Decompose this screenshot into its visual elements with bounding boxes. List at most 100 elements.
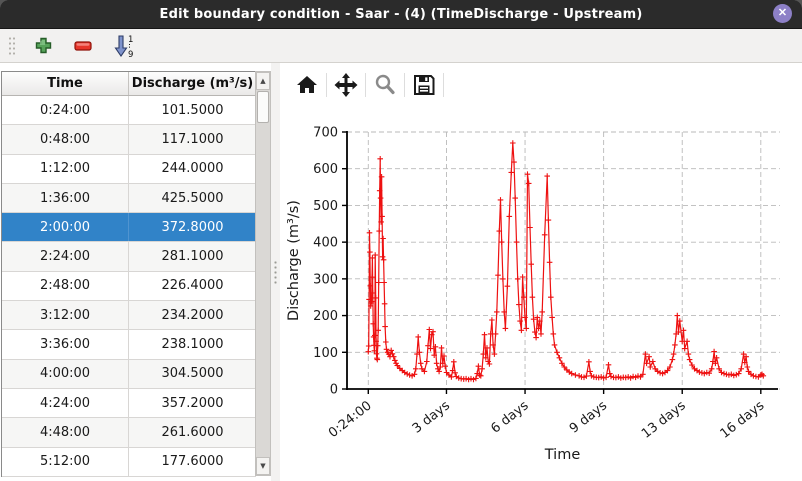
pan-arrows-icon bbox=[333, 72, 359, 98]
home-icon bbox=[295, 73, 319, 97]
time-cell[interactable]: 4:48:00 bbox=[2, 418, 129, 446]
x-tick-label: 16 days bbox=[718, 398, 768, 442]
time-cell[interactable]: 5:12:00 bbox=[2, 448, 129, 476]
time-cell[interactable]: 2:48:00 bbox=[2, 272, 129, 300]
discharge-cell[interactable]: 177.6000 bbox=[129, 448, 256, 476]
floppy-save-icon bbox=[412, 73, 436, 97]
table-row[interactable]: 4:24:00357.2000 bbox=[2, 389, 256, 418]
discharge-cell[interactable]: 238.1000 bbox=[129, 330, 256, 358]
table-row[interactable]: 2:00:00372.8000 bbox=[2, 213, 256, 242]
discharge-cell[interactable]: 244.0000 bbox=[129, 155, 256, 183]
svg-text:1: 1 bbox=[128, 35, 133, 45]
discharge-cell[interactable]: 261.6000 bbox=[129, 418, 256, 446]
close-icon: ✕ bbox=[778, 8, 787, 19]
time-cell[interactable]: 3:36:00 bbox=[2, 330, 129, 358]
toolbar-separator bbox=[326, 73, 327, 97]
splitter-handle-icon bbox=[274, 260, 277, 286]
y-tick-label: 600 bbox=[313, 162, 338, 177]
time-cell[interactable]: 2:00:00 bbox=[2, 213, 129, 241]
sort-rows-button[interactable]: 1 9 bbox=[110, 33, 136, 59]
timeseries-table: Time Discharge (m³/s) 0:24:00101.50000:4… bbox=[1, 71, 256, 477]
triangle-down-icon: ▼ bbox=[260, 462, 265, 470]
discharge-cell[interactable]: 357.2000 bbox=[129, 389, 256, 417]
y-axis-label: Discharge (m³/s) bbox=[286, 200, 302, 321]
table-row[interactable]: 5:12:00177.6000 bbox=[2, 448, 256, 477]
table-row[interactable]: 3:12:00234.2000 bbox=[2, 301, 256, 330]
y-tick-label: 500 bbox=[313, 199, 338, 214]
time-cell[interactable]: 3:12:00 bbox=[2, 301, 129, 329]
table-row[interactable]: 3:36:00238.1000 bbox=[2, 330, 256, 359]
discharge-cell[interactable]: 425.5000 bbox=[129, 184, 256, 212]
time-cell[interactable]: 4:24:00 bbox=[2, 389, 129, 417]
table-row[interactable]: 2:24:00281.1000 bbox=[2, 242, 256, 271]
chart-panel: 01002003004005006007000:24:003 days6 day… bbox=[280, 63, 802, 481]
time-cell[interactable]: 4:00:00 bbox=[2, 360, 129, 388]
table-row[interactable]: 0:24:00101.5000 bbox=[2, 96, 256, 125]
scroll-up-button[interactable]: ▲ bbox=[256, 72, 270, 90]
title-bar: Edit boundary condition - Saar - (4) (Ti… bbox=[0, 0, 802, 29]
scroll-down-button[interactable]: ▼ bbox=[256, 457, 270, 475]
edit-boundary-condition-window: Edit boundary condition - Saar - (4) (Ti… bbox=[0, 0, 802, 481]
triangle-up-icon: ▲ bbox=[260, 77, 265, 85]
y-tick-label: 200 bbox=[313, 309, 338, 324]
discharge-series-markers bbox=[366, 140, 767, 382]
table-row[interactable]: 4:00:00304.5000 bbox=[2, 360, 256, 389]
plot-toolbar bbox=[280, 63, 802, 106]
discharge-cell[interactable]: 281.1000 bbox=[129, 242, 256, 270]
table-row[interactable]: 1:12:00244.0000 bbox=[2, 155, 256, 184]
time-cell[interactable]: 1:36:00 bbox=[2, 184, 129, 212]
magnifier-icon bbox=[373, 73, 397, 97]
toolbar-separator bbox=[404, 73, 405, 97]
plus-icon bbox=[35, 37, 52, 54]
discharge-cell[interactable]: 372.8000 bbox=[129, 213, 256, 241]
window-title: Edit boundary condition - Saar - (4) (Ti… bbox=[159, 7, 642, 22]
panel-splitter[interactable] bbox=[271, 63, 280, 481]
column-header-discharge[interactable]: Discharge (m³/s) bbox=[129, 72, 256, 95]
column-header-time[interactable]: Time bbox=[2, 72, 129, 95]
sort-ascending-1-9-icon: 1 9 bbox=[112, 34, 134, 58]
close-button[interactable]: ✕ bbox=[773, 4, 792, 23]
x-tick-label: 6 days bbox=[488, 398, 531, 436]
scrollbar-thumb[interactable] bbox=[257, 91, 269, 123]
add-row-button[interactable] bbox=[30, 33, 56, 59]
time-cell[interactable]: 2:24:00 bbox=[2, 242, 129, 270]
toolbar-separator bbox=[443, 73, 444, 97]
x-tick-label: 13 days bbox=[639, 398, 689, 442]
table-row[interactable]: 4:48:00261.6000 bbox=[2, 418, 256, 447]
table-header-row: Time Discharge (m³/s) bbox=[2, 72, 256, 96]
plot-save-button[interactable] bbox=[407, 70, 441, 100]
table-body: 0:24:00101.50000:48:00117.10001:12:00244… bbox=[2, 96, 256, 477]
svg-text:9: 9 bbox=[128, 50, 133, 58]
discharge-cell[interactable]: 234.2000 bbox=[129, 301, 256, 329]
scrollbar-track[interactable] bbox=[256, 124, 270, 457]
table-row[interactable]: 2:48:00226.4000 bbox=[2, 272, 256, 301]
table-row[interactable]: 1:36:00425.5000 bbox=[2, 184, 256, 213]
table-row[interactable]: 0:48:00117.1000 bbox=[2, 125, 256, 154]
x-tick-label: 9 days bbox=[567, 398, 610, 436]
y-tick-label: 0 bbox=[330, 383, 338, 398]
x-tick-label: 0:24:00 bbox=[326, 398, 375, 441]
time-cell[interactable]: 0:24:00 bbox=[2, 96, 129, 124]
toolbar-grip-handle[interactable] bbox=[8, 36, 16, 56]
y-tick-label: 100 bbox=[313, 346, 338, 361]
discharge-cell[interactable]: 226.4000 bbox=[129, 272, 256, 300]
discharge-time-plot[interactable]: 01002003004005006007000:24:003 days6 day… bbox=[280, 106, 802, 481]
y-tick-label: 300 bbox=[313, 272, 338, 287]
minus-icon bbox=[74, 41, 92, 51]
discharge-cell[interactable]: 304.5000 bbox=[129, 360, 256, 388]
timeseries-table-panel: Time Discharge (m³/s) 0:24:00101.50000:4… bbox=[0, 63, 271, 481]
plot-home-button[interactable] bbox=[290, 70, 324, 100]
main-content: Time Discharge (m³/s) 0:24:00101.50000:4… bbox=[0, 63, 802, 481]
plot-pan-button[interactable] bbox=[329, 70, 363, 100]
discharge-cell[interactable]: 101.5000 bbox=[129, 96, 256, 124]
time-cell[interactable]: 1:12:00 bbox=[2, 155, 129, 183]
toolbar-separator bbox=[365, 73, 366, 97]
x-axis-label: Time bbox=[544, 447, 581, 463]
row-edit-toolbar: 1 9 bbox=[0, 29, 802, 63]
table-scrollbar[interactable]: ▲ ▼ bbox=[255, 71, 271, 476]
time-cell[interactable]: 0:48:00 bbox=[2, 125, 129, 153]
discharge-cell[interactable]: 117.1000 bbox=[129, 125, 256, 153]
y-tick-label: 700 bbox=[313, 126, 338, 141]
delete-row-button[interactable] bbox=[70, 33, 96, 59]
plot-zoom-button[interactable] bbox=[368, 70, 402, 100]
